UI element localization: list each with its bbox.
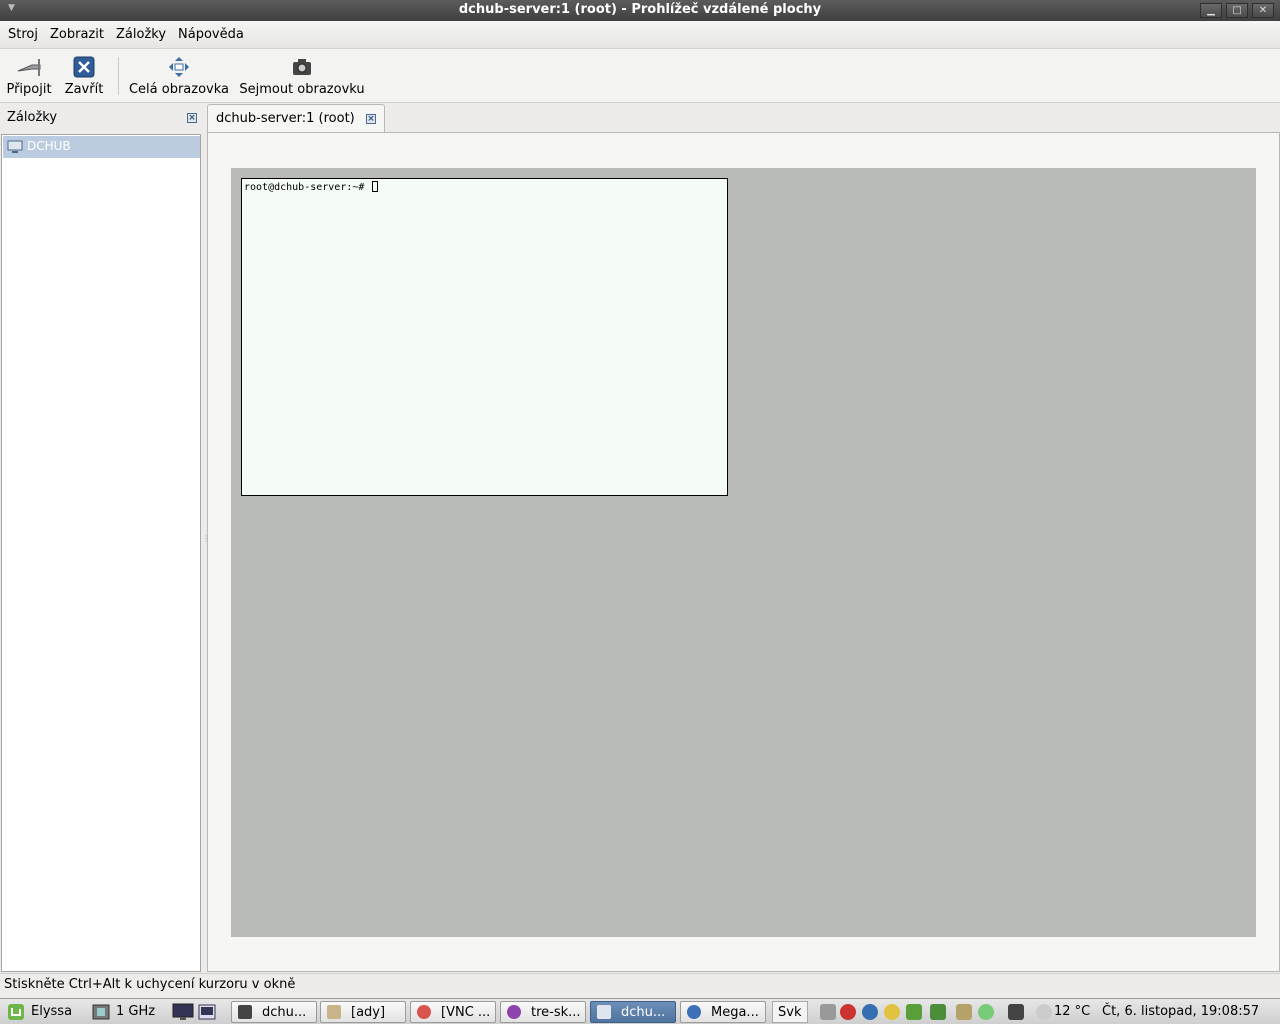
task-thunderbird-mega[interactable]: Mega... — [680, 1001, 766, 1023]
mint-logo-icon — [8, 1004, 24, 1020]
connect-button[interactable]: Připojit — [6, 55, 52, 97]
fullscreen-label: Celá obrazovka — [128, 82, 230, 97]
task-label: [ady] — [351, 1005, 386, 1020]
display-tray-icon[interactable] — [1008, 1004, 1024, 1020]
mail-icon — [687, 1005, 701, 1019]
task-label: dchu... — [621, 1005, 666, 1020]
task-label: Mega... — [711, 1005, 759, 1020]
terminal-cursor — [372, 181, 379, 192]
task-terminal-dchub[interactable]: dchu... — [231, 1001, 317, 1023]
keyboard-layout-indicator[interactable]: Svk — [772, 1001, 808, 1023]
cpu-freq-applet[interactable]: 1 GHz — [88, 1001, 158, 1023]
vnc-icon — [417, 1005, 431, 1019]
close-window-button[interactable]: ✕ — [1252, 3, 1274, 18]
lock-tray-icon[interactable] — [956, 1004, 972, 1020]
screenshot-label: Sejmout obrazovku — [239, 82, 365, 97]
bookmarks-title: Záložky — [7, 110, 58, 125]
bookmark-item-dchub[interactable]: DCHUB — [3, 136, 200, 158]
statusbar: Stiskněte Ctrl+Alt k uchycení kurzoru v … — [0, 973, 1280, 996]
task-vnc[interactable]: [VNC ... — [410, 1001, 496, 1023]
vivaldi-icon — [507, 1005, 521, 1019]
minimize-button[interactable]: ▁ — [1200, 3, 1222, 18]
task-editor-ady[interactable]: [ady] — [320, 1001, 406, 1023]
fullscreen-icon — [128, 55, 230, 79]
screenshot-button[interactable]: Sejmout obrazovku — [238, 55, 366, 97]
browser-tray-icon[interactable] — [862, 1004, 878, 1020]
bookmark-label: DCHUB — [27, 139, 71, 153]
tab-label: dchub-server:1 (root) — [216, 111, 355, 126]
remote-desktop-view[interactable]: root@dchub-server:~# — [231, 168, 1256, 937]
clock-label: Čt, 6. listopad, 19:08:57 — [1102, 1004, 1260, 1019]
taskbar: Elyssa 1 GHz dchu... [ady] [VNC ... tre-… — [0, 998, 1280, 1024]
close-panel-icon[interactable]: × — [187, 113, 197, 123]
terminal-icon — [238, 1005, 252, 1019]
close-label: Zavřít — [64, 82, 104, 97]
close-icon — [62, 55, 106, 79]
terminal-launcher-icon[interactable] — [198, 1004, 216, 1020]
window-titlebar[interactable]: ▼ dchub-server:1 (root) - Prohlížeč vzdá… — [0, 0, 1280, 21]
remote-desktop-icon — [7, 140, 23, 158]
status-tray-icon[interactable] — [978, 1004, 994, 1020]
remote-desktop-icon — [597, 1005, 611, 1019]
menu-stroj[interactable]: Stroj — [8, 27, 38, 42]
fullscreen-button[interactable]: Celá obrazovka — [128, 55, 230, 97]
maximize-button[interactable]: □ — [1226, 3, 1248, 18]
app-tray-icon[interactable] — [906, 1004, 922, 1020]
menu-zalozky[interactable]: Záložky — [116, 27, 166, 42]
show-desktop-icon[interactable] — [172, 1003, 194, 1021]
menubar: Stroj Zobrazit Záložky Nápověda — [0, 21, 1280, 49]
clock-applet[interactable]: Čt, 6. listopad, 19:08:57 — [1102, 1001, 1278, 1023]
connect-label: Připojit — [6, 82, 52, 97]
toolbar-separator — [118, 57, 119, 95]
temperature-label: 12 °C — [1054, 1004, 1091, 1019]
camera-icon — [238, 55, 366, 79]
remote-terminal-window[interactable]: root@dchub-server:~# — [241, 178, 728, 496]
weather-icon — [1036, 1004, 1052, 1020]
task-tre-sk[interactable]: tre-sk... — [500, 1001, 586, 1023]
terminal-prompt: root@dchub-server:~# — [244, 181, 379, 193]
pane-resize-handle[interactable]: ⋮ — [202, 534, 210, 546]
close-tab-icon[interactable]: × — [366, 114, 376, 124]
tab-content: root@dchub-server:~# — [207, 132, 1280, 972]
usb-tray-icon[interactable] — [820, 1004, 836, 1020]
task-label: [VNC ... — [441, 1005, 491, 1020]
bookmarks-list: DCHUB — [1, 134, 201, 972]
start-menu-button[interactable]: Elyssa — [4, 1001, 84, 1023]
cpu-icon — [92, 1004, 110, 1020]
editor-icon — [327, 1005, 341, 1019]
connect-icon — [6, 55, 52, 79]
bookmarks-panel: Záložky × DCHUB — [0, 104, 202, 972]
terminal-prompt-text: root@dchub-server:~# — [244, 182, 365, 193]
cpu-freq-label: 1 GHz — [116, 1004, 156, 1019]
task-remote-viewer-dchub[interactable]: dchu... — [590, 1001, 676, 1023]
temperature-applet[interactable]: 12 °C — [1054, 1001, 1094, 1023]
network-tray-icon[interactable] — [930, 1004, 946, 1020]
tab-strip: dchub-server:1 (root) × — [207, 104, 1280, 133]
menu-napoveda[interactable]: Nápověda — [178, 27, 244, 42]
menu-zobrazit[interactable]: Zobrazit — [50, 27, 104, 42]
update-tray-icon[interactable] — [840, 1004, 856, 1020]
window-title: dchub-server:1 (root) - Prohlížeč vzdále… — [458, 2, 822, 17]
quick-launch — [170, 1001, 220, 1023]
task-label: tre-sk... — [531, 1005, 581, 1020]
start-label: Elyssa — [31, 1004, 73, 1019]
toolbar: Připojit Zavřít Celá obrazovka Sejmout o… — [0, 49, 1280, 103]
keyboard-layout-label: Svk — [778, 1005, 802, 1020]
tab-dchub-server[interactable]: dchub-server:1 (root) × — [207, 104, 385, 133]
close-button[interactable]: Zavřít — [62, 55, 106, 97]
status-text: Stiskněte Ctrl+Alt k uchycení kurzoru v … — [4, 977, 296, 992]
bookmarks-header: Záložky × — [0, 104, 202, 132]
task-label: dchu... — [262, 1005, 307, 1020]
pidgin-tray-icon[interactable] — [884, 1004, 900, 1020]
